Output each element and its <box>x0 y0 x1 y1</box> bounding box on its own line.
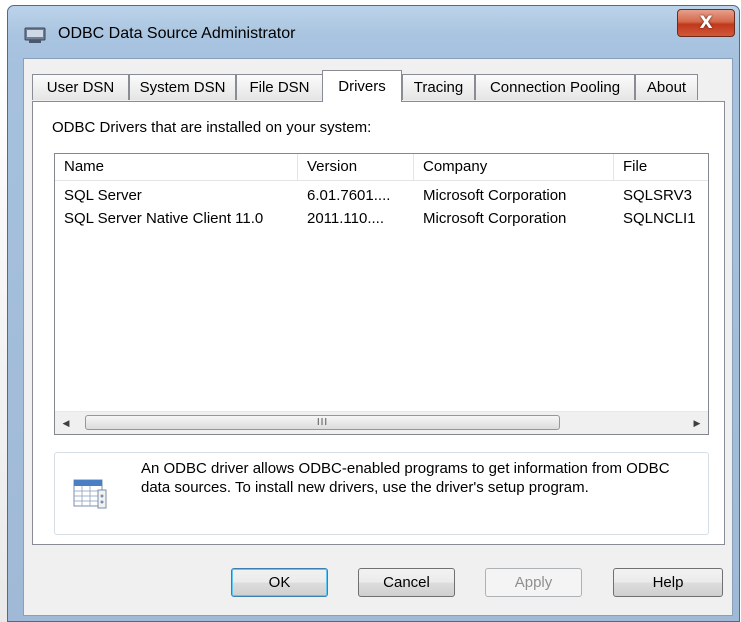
info-description: An ODBC driver allows ODBC-enabled progr… <box>141 460 670 496</box>
info-group: An ODBC driver allows ODBC-enabled progr… <box>54 452 709 535</box>
driver-company: Microsoft Corporation <box>423 187 567 204</box>
scrollbar-thumb[interactable]: III <box>85 415 560 430</box>
tab-about[interactable]: About <box>635 74 698 100</box>
scroll-right-arrow-icon[interactable]: ▶ <box>686 412 708 434</box>
driver-name: SQL Server <box>64 187 142 204</box>
tab-system-dsn[interactable]: System DSN <box>129 74 236 100</box>
horizontal-scrollbar[interactable]: ◀ III ▶ <box>55 411 708 434</box>
cancel-button[interactable]: Cancel <box>358 568 455 597</box>
tab-file-dsn[interactable]: File DSN <box>236 74 323 100</box>
column-header-company[interactable]: Company <box>414 154 614 180</box>
dialog-client-area: User DSN System DSN File DSN Drivers Tra… <box>23 58 733 616</box>
list-header: Name Version Company File <box>55 154 708 181</box>
close-icon: X <box>699 13 713 33</box>
tab-connection-pooling[interactable]: Connection Pooling <box>475 74 635 100</box>
drivers-tab-panel: ODBC Drivers that are installed on your … <box>32 101 725 545</box>
table-row[interactable]: SQL Server 6.01.7601.... Microsoft Corpo… <box>55 185 708 207</box>
table-row[interactable]: SQL Server Native Client 11.0 2011.110..… <box>55 208 708 230</box>
driver-name: SQL Server Native Client 11.0 <box>64 210 264 227</box>
column-header-version[interactable]: Version <box>298 154 414 180</box>
desktop-edge <box>0 40 7 622</box>
driver-file: SQLSRV3 <box>623 187 692 204</box>
driver-version: 2011.110.... <box>307 210 385 227</box>
drivers-list[interactable]: Name Version Company File SQL Server 6.0… <box>54 153 709 435</box>
driver-file: SQLNCLI1 <box>623 210 696 227</box>
column-header-file[interactable]: File <box>614 154 708 180</box>
tab-user-dsn[interactable]: User DSN <box>32 74 129 100</box>
close-button[interactable]: X <box>677 9 735 37</box>
driver-company: Microsoft Corporation <box>423 210 567 227</box>
datasheet-icon <box>73 479 107 509</box>
odbc-admin-icon <box>24 27 46 43</box>
window-title: ODBC Data Source Administrator <box>58 25 296 42</box>
scroll-left-arrow-icon[interactable]: ◀ <box>55 412 77 434</box>
help-button[interactable]: Help <box>613 568 723 597</box>
installed-drivers-label: ODBC Drivers that are installed on your … <box>52 119 372 136</box>
ok-button[interactable]: OK <box>231 568 328 597</box>
driver-version: 6.01.7601.... <box>307 187 391 204</box>
tab-tracing[interactable]: Tracing <box>402 74 475 100</box>
apply-button[interactable]: Apply <box>485 568 582 597</box>
grip-icon: III <box>316 417 329 428</box>
tab-drivers[interactable]: Drivers <box>322 70 402 102</box>
column-header-name[interactable]: Name <box>55 154 298 180</box>
